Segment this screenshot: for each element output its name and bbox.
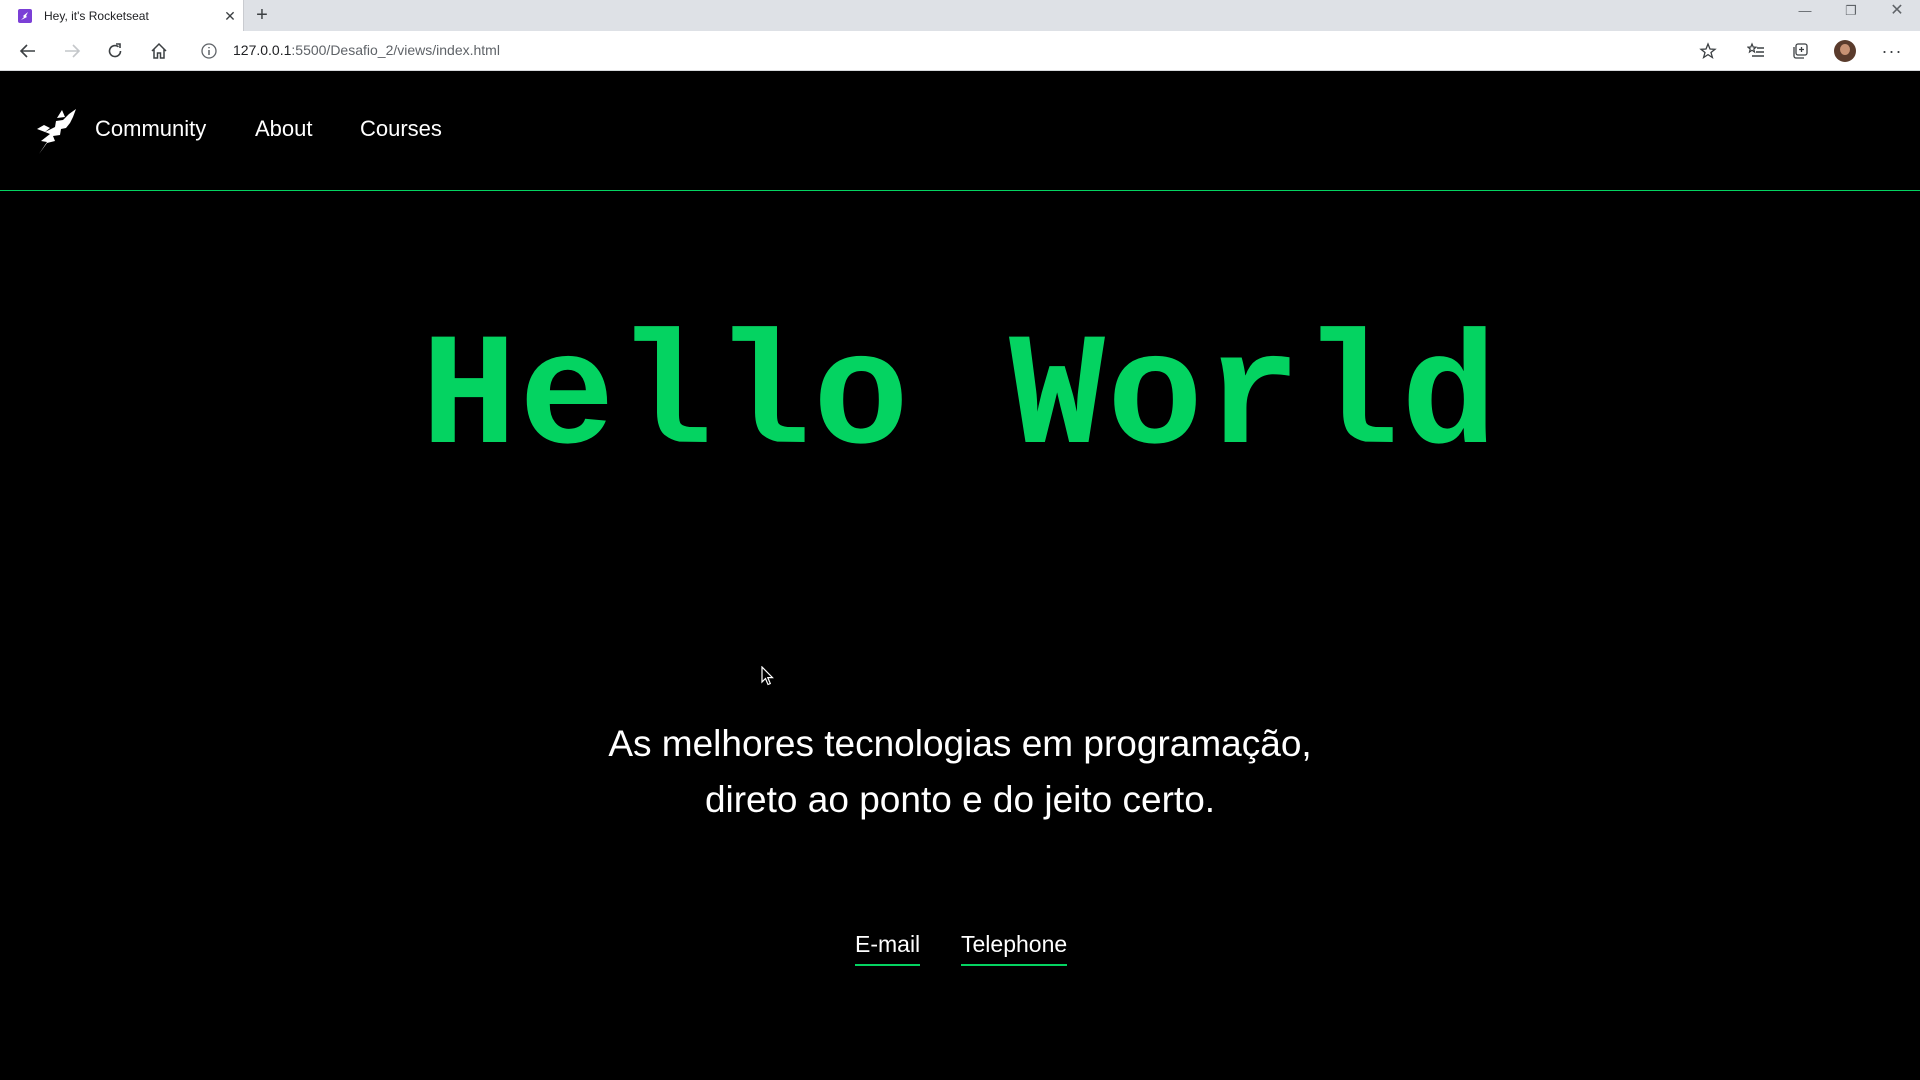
collections-button[interactable] <box>1786 37 1814 65</box>
nav-courses-link[interactable]: Courses <box>360 116 442 142</box>
window-restore-button[interactable]: ❐ <box>1828 0 1874 24</box>
hero-title: Hello World <box>420 310 1500 491</box>
address-bar[interactable]: 127.0.0.1:5500/Desafio_2/views/index.htm… <box>233 42 500 58</box>
home-button[interactable] <box>145 37 173 65</box>
tagline-line-2: direto ao ponto e do jeito certo. <box>704 779 1216 820</box>
favorites-button[interactable] <box>1742 37 1770 65</box>
favorites-list-icon <box>1747 42 1764 57</box>
mouse-cursor-icon <box>761 665 775 686</box>
url-path: :5500/Desafio_2/views/index.html <box>291 42 500 58</box>
window-close-button[interactable]: ✕ <box>1874 0 1920 24</box>
tagline-line-1: As melhores tecnologias em programação, <box>608 723 1312 764</box>
telephone-link[interactable]: Telephone <box>961 931 1068 966</box>
window-minimize-button[interactable]: — <box>1782 0 1828 24</box>
add-favorite-button[interactable] <box>1694 37 1722 65</box>
back-button[interactable] <box>14 37 42 65</box>
collections-icon <box>1793 43 1808 59</box>
tagline: As melhores tecnologias em programação, … <box>0 716 1920 828</box>
settings-menu-button[interactable]: ··· <box>1878 37 1906 65</box>
arrow-right-icon <box>65 44 81 58</box>
browser-toolbar: 127.0.0.1:5500/Desafio_2/views/index.htm… <box>0 31 1920 71</box>
new-tab-button[interactable]: + <box>252 5 272 26</box>
page-content: Community About Courses Hello World As m… <box>0 71 1920 1080</box>
profile-avatar[interactable] <box>1834 40 1856 62</box>
browser-tab[interactable]: Hey, it's Rocketseat ✕ <box>0 0 244 31</box>
forward-button[interactable] <box>58 37 86 65</box>
email-link[interactable]: E-mail <box>855 931 921 966</box>
site-header: Community About Courses <box>0 71 1920 191</box>
site-info-icon[interactable] <box>200 42 218 60</box>
nav-community-link[interactable]: Community <box>95 116 206 142</box>
rocketseat-favicon-icon <box>18 9 32 23</box>
url-host: 127.0.0.1 <box>233 42 292 58</box>
rocketseat-logo-icon[interactable] <box>36 108 78 154</box>
star-icon <box>1699 42 1717 60</box>
reload-icon <box>108 43 122 58</box>
tab-title: Hey, it's Rocketseat <box>44 9 149 23</box>
nav-about-link[interactable]: About <box>255 116 313 142</box>
home-icon <box>151 42 167 59</box>
browser-tab-bar: Hey, it's Rocketseat ✕ + — ❐ ✕ <box>0 0 1920 31</box>
arrow-left-icon <box>19 44 35 58</box>
reload-button[interactable] <box>101 37 129 65</box>
tab-close-icon[interactable]: ✕ <box>222 8 238 24</box>
